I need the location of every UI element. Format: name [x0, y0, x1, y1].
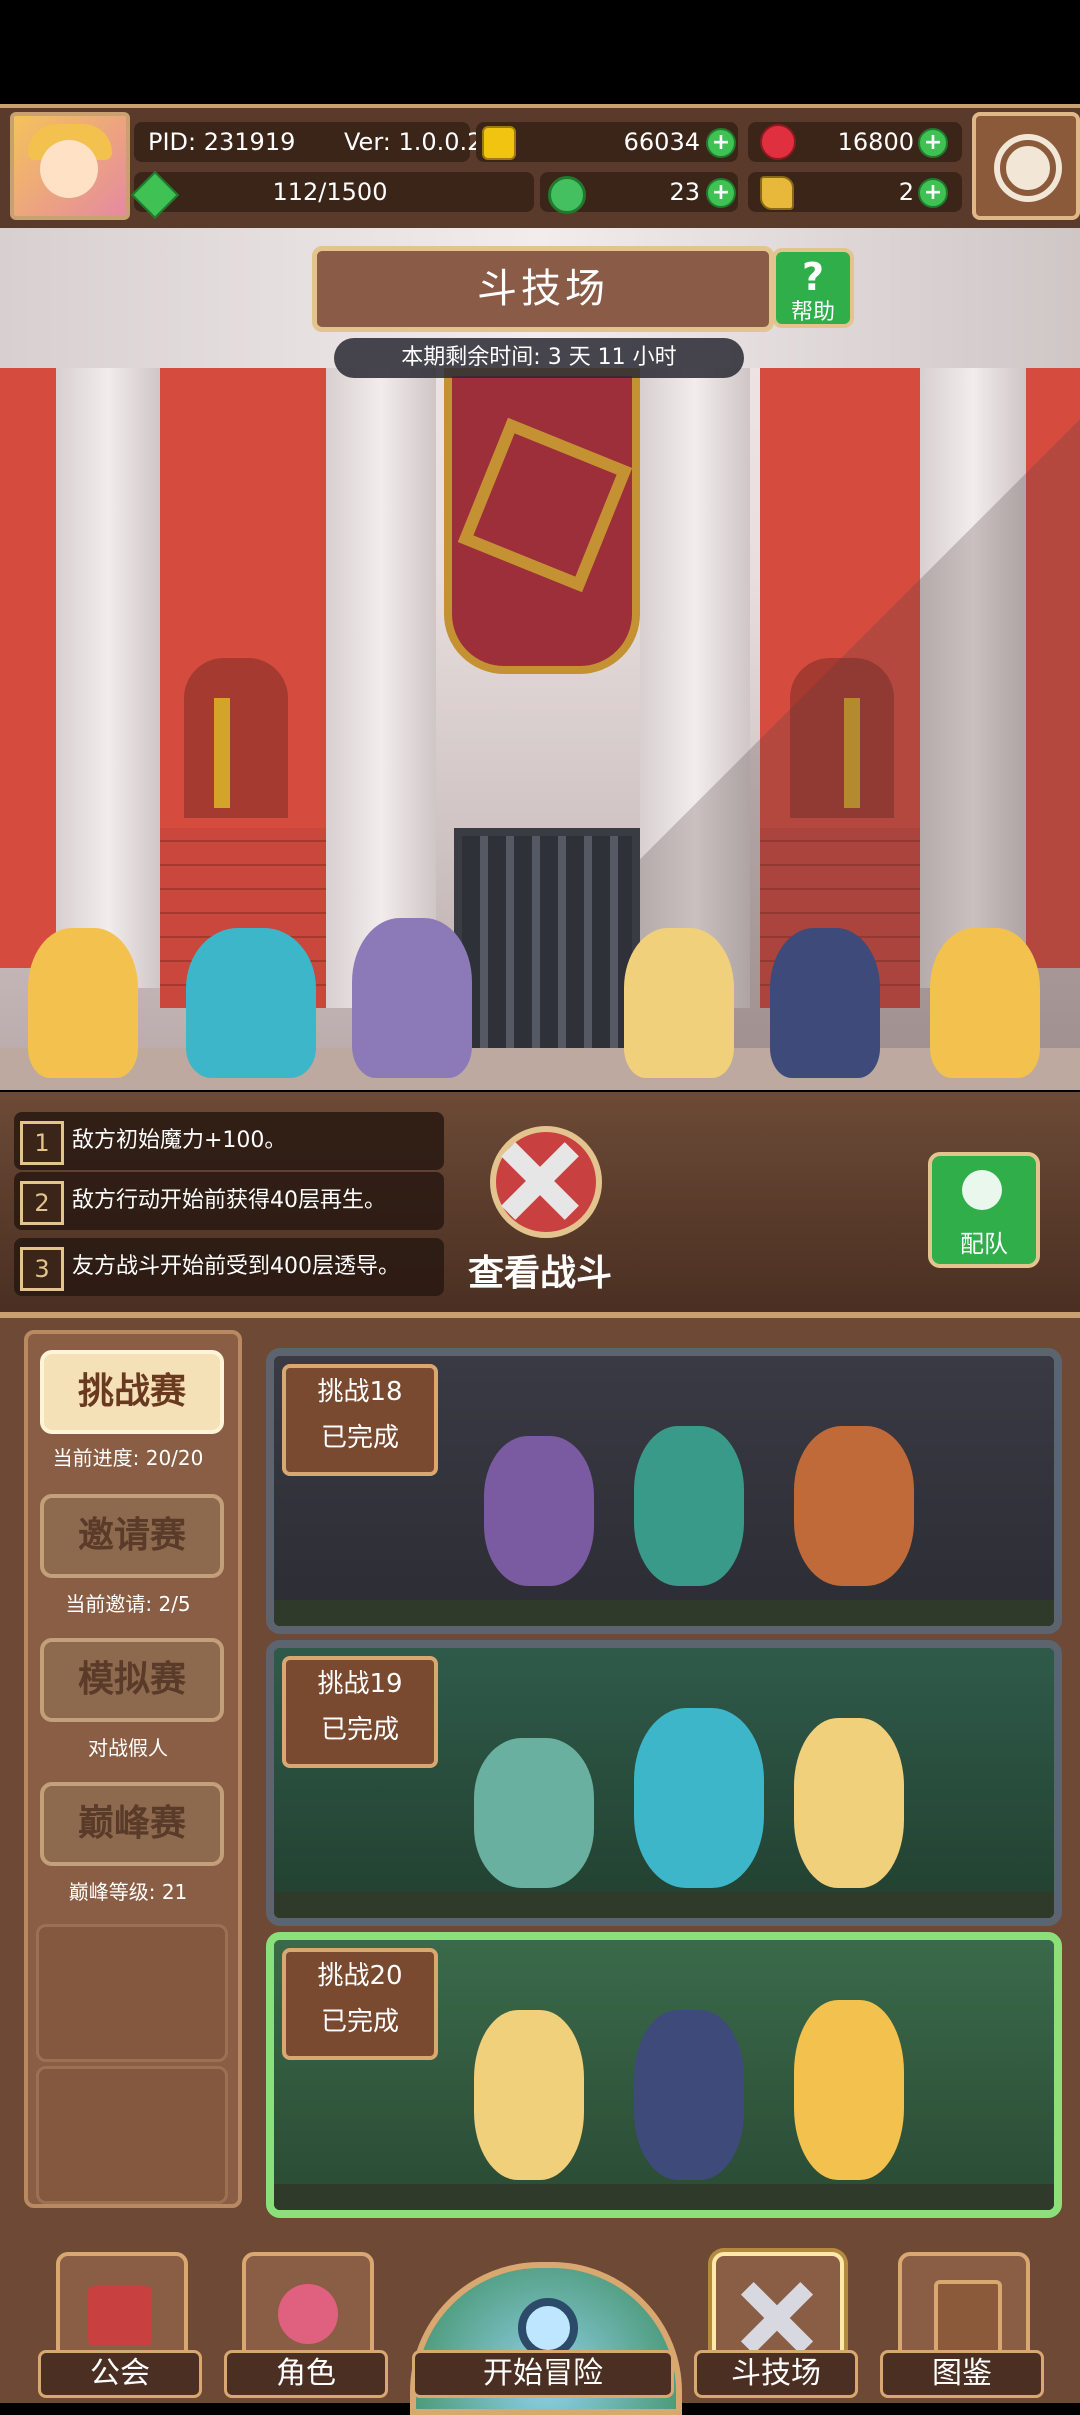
gold-coin-icon: [482, 126, 516, 160]
mode-invite-button[interactable]: 邀请赛: [40, 1494, 224, 1578]
add-gold-button[interactable]: +: [706, 128, 736, 158]
view-battle-label: 查看战斗: [467, 1253, 612, 1294]
character-sprite: [624, 928, 734, 1078]
character-face-icon: [278, 2284, 338, 2344]
mode-peak-level: 巅峰等级: 21: [68, 1880, 188, 1904]
character-sprite: [794, 1718, 904, 1888]
rule-number: 2: [20, 1181, 64, 1225]
mode-simulate-button[interactable]: 模拟赛: [40, 1638, 224, 1722]
page-title: 斗技场: [477, 266, 609, 312]
rule-item: 2 敌方行动开始前获得40层再生。: [14, 1172, 444, 1230]
challenge-name: 挑战19: [317, 1669, 403, 1699]
add-boost-button[interactable]: +: [918, 178, 948, 208]
challenge-card[interactable]: 挑战19 已完成: [266, 1640, 1062, 1926]
add-gems-button[interactable]: +: [918, 128, 948, 158]
magnifier-icon: [518, 2298, 578, 2358]
rule-number: 3: [20, 1247, 64, 1291]
boost-icon: [760, 176, 794, 210]
character-sprite: [484, 1436, 594, 1586]
challenge-tag: 挑战19 已完成: [282, 1656, 438, 1768]
version-text: Ver: 1.0.0.2: [344, 128, 483, 156]
view-battle-button[interactable]: 查看战斗: [450, 1126, 630, 1296]
challenge-tag: 挑战18 已完成: [282, 1364, 438, 1476]
guild-nav-label[interactable]: 公会: [38, 2350, 202, 2398]
codex-nav-label[interactable]: 图鉴: [880, 2350, 1044, 2398]
season-timer: 本期剩余时间: 3 天 11 小时: [334, 338, 744, 378]
ruby-gem-icon: [760, 124, 796, 160]
boost-amount: 2: [898, 178, 914, 206]
mode-label: 挑战赛: [77, 1371, 186, 1412]
timer-text: 本期剩余时间: 3 天 11 小时: [401, 345, 677, 370]
character-sprite: [794, 2000, 904, 2180]
mode-invite-count: 当前邀请: 2/5: [65, 1592, 191, 1616]
empty-mode-slot: [36, 2066, 228, 2204]
mode-label: 邀请赛: [77, 1515, 186, 1556]
mode-progress: 当前进度: 20/20: [52, 1446, 204, 1470]
challenge-status: 已完成: [320, 1715, 399, 1745]
character-sprite: [634, 1426, 744, 1586]
rule-text: 敌方初始魔力+100。: [72, 1128, 287, 1153]
team-setup-button[interactable]: 配队: [928, 1152, 1040, 1268]
help-label: 帮助: [790, 300, 835, 325]
mode-peak-button[interactable]: 巅峰赛: [40, 1782, 224, 1866]
clover-icon: [548, 176, 586, 214]
character-sprite: [186, 928, 316, 1078]
challenge-card[interactable]: 挑战18 已完成: [266, 1348, 1062, 1634]
challenge-card-selected[interactable]: 挑战20 已完成: [266, 1932, 1062, 2218]
gold-amount: 66034: [623, 128, 700, 156]
book-icon: [934, 2280, 1002, 2360]
stamina-text: 112/1500: [272, 178, 388, 206]
team-icon: [962, 1170, 1002, 1210]
mode-challenge-button[interactable]: 挑战赛: [40, 1350, 224, 1434]
challenge-tag: 挑战20 已完成: [282, 1948, 438, 2060]
character-sprite: [474, 2010, 584, 2180]
mode-simulate-desc: 对战假人: [88, 1736, 168, 1760]
gems-amount: 16800: [837, 128, 914, 156]
help-button[interactable]: ? 帮助: [772, 248, 854, 328]
add-clover-button[interactable]: +: [706, 178, 736, 208]
rule-item: 1 敌方初始魔力+100。: [14, 1112, 444, 1170]
pid-text: PID: 231919: [148, 128, 296, 156]
character-sprite: [770, 928, 880, 1078]
settings-button[interactable]: [972, 112, 1080, 220]
character-sprite: [794, 1426, 914, 1586]
rule-number: 1: [20, 1121, 64, 1165]
challenge-name: 挑战20: [317, 1961, 403, 1991]
character-sprite: [634, 2010, 744, 2180]
character-sprite: [352, 918, 472, 1078]
team-label: 配队: [960, 1230, 1008, 1258]
player-avatar[interactable]: [10, 112, 130, 220]
arena-nav-label[interactable]: 斗技场: [694, 2350, 858, 2398]
challenge-status: 已完成: [320, 2007, 399, 2037]
character-sprite: [474, 1738, 594, 1888]
challenge-status: 已完成: [320, 1423, 399, 1453]
mode-label: 模拟赛: [77, 1659, 186, 1700]
start-adventure-label[interactable]: 开始冒险: [412, 2350, 674, 2398]
character-sprite: [634, 1708, 764, 1888]
rule-text: 敌方行动开始前获得40层再生。: [72, 1188, 386, 1213]
clover-amount: 23: [669, 178, 700, 206]
arena-title-banner: 斗技场: [312, 246, 774, 332]
question-icon: ?: [801, 255, 825, 299]
mode-label: 巅峰赛: [77, 1803, 186, 1844]
rule-item: 3 友方战斗开始前受到400层透导。: [14, 1238, 444, 1296]
character-sprite: [28, 928, 138, 1078]
character-sprite: [930, 928, 1040, 1078]
character-nav-label[interactable]: 角色: [224, 2350, 388, 2398]
empty-mode-slot: [36, 1924, 228, 2062]
guild-house-icon: [88, 2286, 152, 2346]
rule-text: 友方战斗开始前受到400层透导。: [72, 1254, 400, 1279]
gear-icon: [1000, 140, 1056, 196]
challenge-name: 挑战18: [317, 1377, 403, 1407]
